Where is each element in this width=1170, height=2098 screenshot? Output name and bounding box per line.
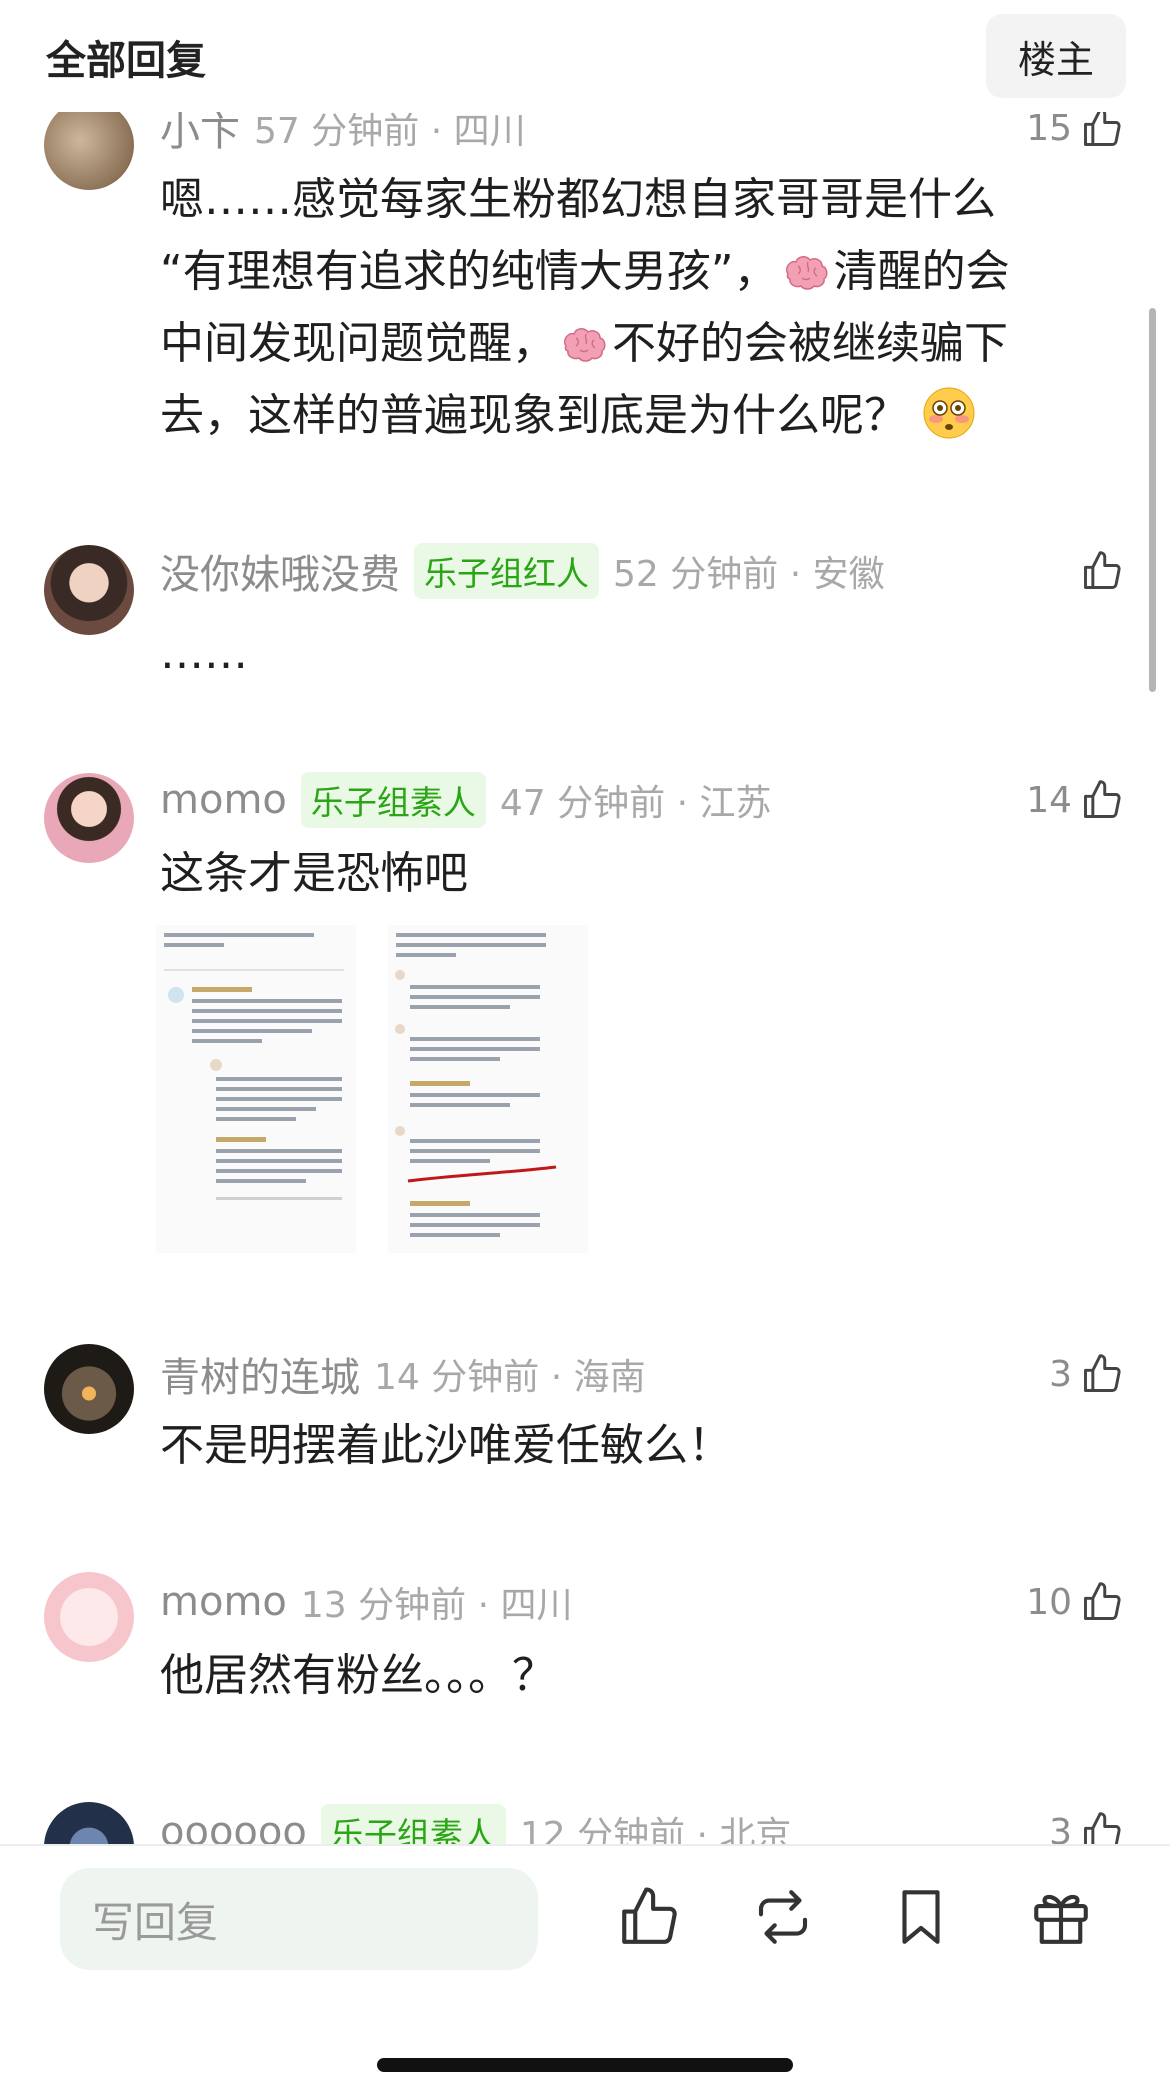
- comment-text: 不是明摆着此沙唯爱任敏么！: [160, 1420, 732, 1471]
- comment-meta: 青树的连城 14 分钟前 · 海南: [160, 1346, 646, 1402]
- repost-icon[interactable]: [750, 1884, 816, 1950]
- comment-meta: momo 13 分钟前 · 四川: [160, 1574, 572, 1630]
- avatar[interactable]: [44, 1572, 134, 1662]
- thumbs-up-icon: [1084, 551, 1121, 589]
- thumbs-up-icon: [1084, 780, 1121, 818]
- timestamp-location: 14 分钟前 · 海南: [374, 1357, 646, 1398]
- like-count: 15: [1026, 107, 1072, 149]
- like-button[interactable]: [1080, 543, 1124, 599]
- like-button[interactable]: 3: [1049, 1804, 1124, 1844]
- comment-meta: momo 乐子组素人 47 分钟前 · 江苏: [160, 772, 771, 828]
- username[interactable]: momo: [160, 1579, 287, 1625]
- thumbs-up-icon[interactable]: [616, 1884, 682, 1950]
- username[interactable]: oooooo: [160, 1809, 307, 1844]
- thumbs-up-icon: [1084, 1354, 1121, 1392]
- flushed-face-emoji-icon: [923, 387, 975, 439]
- op-only-button[interactable]: 楼主: [986, 14, 1126, 98]
- timestamp-location: 47 分钟前 · 江苏: [499, 783, 772, 824]
- user-badge: 乐子组素人: [300, 772, 486, 828]
- brain-emoji-icon: [563, 328, 606, 362]
- reply-input[interactable]: 写回复: [60, 1868, 538, 1970]
- thumbs-up-icon: [1084, 1582, 1121, 1620]
- timestamp-location: 13 分钟前 · 四川: [300, 1585, 573, 1626]
- like-count: 10: [1026, 1581, 1072, 1623]
- comment-text: ……: [160, 628, 248, 679]
- comment-text: 嗯……感觉每家生粉都幻想自家哥哥是什么 “有理想有追求的纯情大男孩”， 清醒的会 …: [160, 174, 1010, 441]
- scrollbar[interactable]: [1149, 308, 1156, 692]
- like-button[interactable]: 14: [1026, 772, 1124, 828]
- comment-text: 他居然有粉丝。。。？: [160, 1650, 556, 1701]
- thumbs-up-icon: [1084, 108, 1121, 146]
- bookmark-icon[interactable]: [888, 1884, 954, 1950]
- thumbs-up-icon: [1084, 1812, 1121, 1844]
- comment-meta: 没你妹哦没费 乐子组红人 52 分钟前 · 安徽: [160, 543, 885, 599]
- avatar[interactable]: [44, 545, 134, 635]
- username[interactable]: momo: [160, 777, 287, 823]
- user-badge: 乐子组红人: [414, 543, 599, 599]
- timestamp-location: 12 分钟前 · 北京: [519, 1815, 792, 1844]
- attached-screenshot-image[interactable]: [156, 925, 588, 1253]
- like-button[interactable]: 3: [1049, 1346, 1124, 1402]
- like-count: 3: [1049, 1811, 1072, 1845]
- avatar[interactable]: [44, 1344, 134, 1434]
- username[interactable]: 没你妹哦没费: [160, 542, 400, 600]
- timestamp-location: 52 分钟前 · 安徽: [613, 554, 885, 595]
- bottom-action-bar: 写回复: [0, 1844, 1170, 2098]
- comment-feed[interactable]: 小卞 57 分钟前 · 四川 15 嗯……感觉每家生粉都幻想自家哥哥是什么 “有…: [0, 0, 1170, 1844]
- like-count: 14: [1026, 779, 1072, 821]
- home-indicator[interactable]: [377, 2058, 793, 2072]
- gift-icon[interactable]: [1028, 1884, 1094, 1950]
- avatar[interactable]: [44, 773, 134, 863]
- comment-meta: oooooo 乐子组素人 12 分钟前 · 北京: [160, 1804, 791, 1844]
- brain-emoji-icon: [785, 256, 828, 290]
- header-bar: 全部回复 楼主: [0, 0, 1170, 112]
- avatar[interactable]: [44, 1802, 134, 1844]
- username[interactable]: 青树的连城: [160, 1345, 360, 1403]
- user-badge: 乐子组素人: [320, 1804, 506, 1844]
- comment-text: 这条才是恐怖吧: [160, 848, 468, 899]
- like-count: 3: [1049, 1353, 1072, 1395]
- like-button[interactable]: 10: [1026, 1574, 1124, 1630]
- page-title: 全部回复: [46, 38, 206, 84]
- avatar[interactable]: [44, 100, 134, 190]
